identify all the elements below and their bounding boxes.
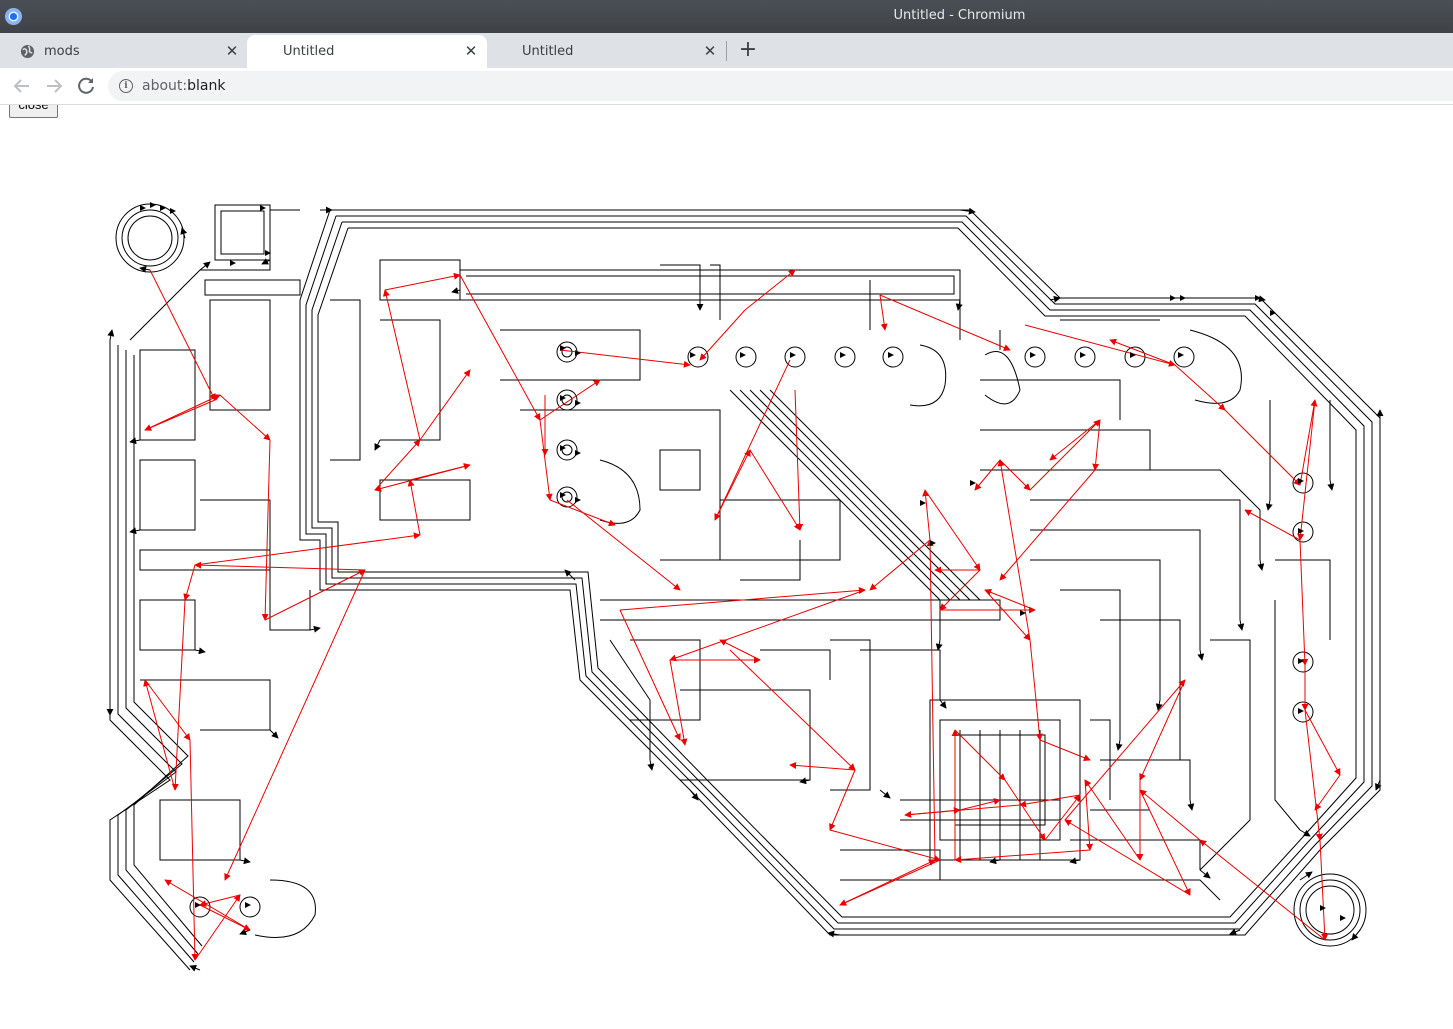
address-bar[interactable]: i about:blank xyxy=(108,71,1453,101)
tab-separator xyxy=(726,41,727,61)
page-content: close xyxy=(0,105,1453,1029)
tab-label: mods xyxy=(44,44,80,59)
url-text: about:blank xyxy=(142,78,226,94)
traces xyxy=(139,204,1331,901)
plus-icon[interactable]: + xyxy=(736,38,760,62)
board-outline xyxy=(109,209,1381,971)
pads xyxy=(115,203,1367,947)
close-icon[interactable]: ✕ xyxy=(461,41,481,61)
close-icon[interactable]: ✕ xyxy=(222,41,242,61)
back-arrow-icon[interactable] xyxy=(10,74,34,98)
info-icon[interactable]: i xyxy=(119,79,133,93)
close-icon[interactable]: ✕ xyxy=(700,41,720,61)
tab-untitled-active[interactable]: Untitled ✕ xyxy=(247,35,487,68)
tab-mods[interactable]: mods ✕ xyxy=(0,35,246,68)
tab-label: Untitled xyxy=(522,44,574,59)
forward-arrow-icon[interactable] xyxy=(42,74,66,98)
tab-label: Untitled xyxy=(283,44,335,59)
browser-toolbar: i about:blank xyxy=(0,68,1453,105)
title-bar: Untitled - Chromium xyxy=(0,0,1453,33)
window-title: Untitled - Chromium xyxy=(893,8,1026,23)
toolpath-preview xyxy=(106,202,1384,972)
rapid-moves xyxy=(143,269,1341,961)
tab-untitled[interactable]: Untitled ✕ xyxy=(487,35,727,68)
globe-icon xyxy=(20,44,35,59)
reload-icon[interactable] xyxy=(74,74,98,98)
